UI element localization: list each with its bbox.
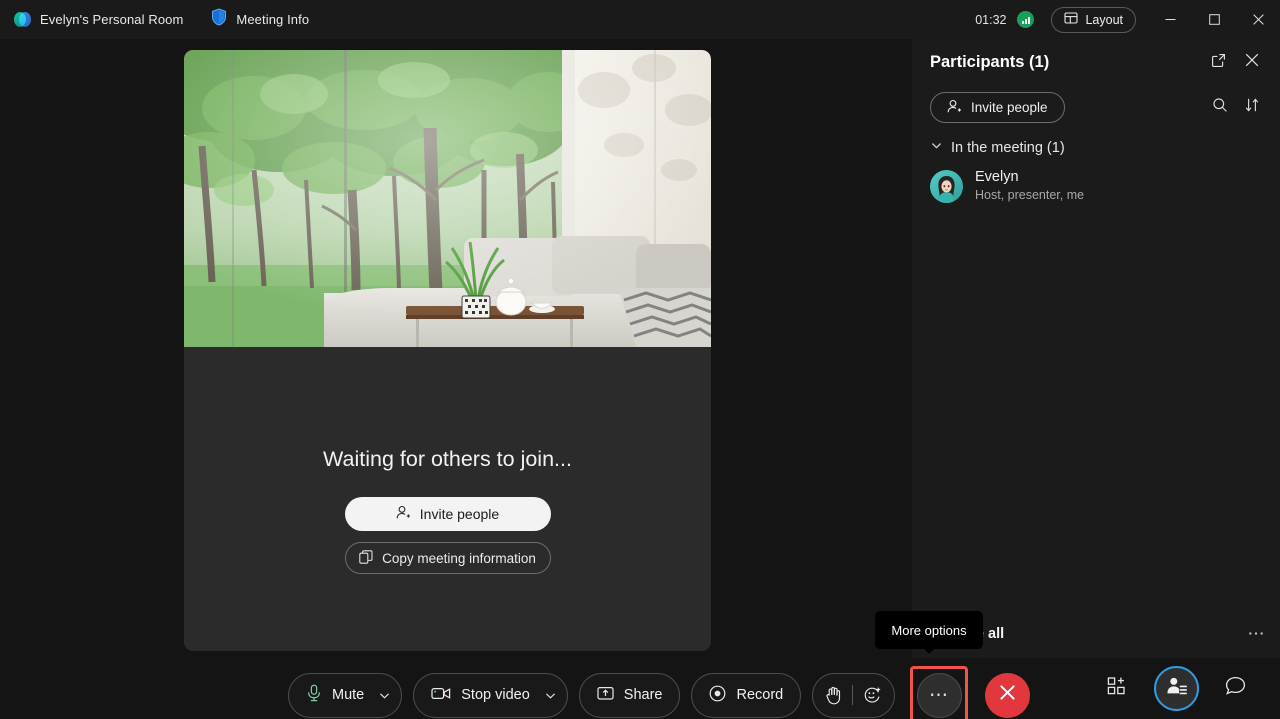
- tab-personal-room[interactable]: Evelyn's Personal Room: [0, 0, 197, 39]
- more-options-tooltip: More options: [875, 611, 983, 654]
- stop-video-button[interactable]: Stop video: [413, 672, 568, 718]
- copy-meeting-info-button[interactable]: Copy meeting information: [344, 542, 551, 574]
- participants-panel-title: Participants (1): [930, 53, 1050, 71]
- chevron-down-icon: [930, 139, 943, 157]
- network-quality-icon[interactable]: [1017, 11, 1035, 28]
- camera-icon: [431, 686, 451, 705]
- in-the-meeting-label: In the meeting (1): [951, 140, 1065, 156]
- add-person-icon: [396, 505, 411, 523]
- reactions-group: [812, 672, 896, 718]
- record-button[interactable]: Record: [691, 672, 802, 718]
- apps-button[interactable]: [1095, 666, 1140, 711]
- share-screen-icon: [597, 686, 614, 705]
- participants-toggle-button[interactable]: [1154, 666, 1199, 711]
- participants-icon: [1166, 676, 1188, 701]
- chat-icon: [1225, 676, 1246, 701]
- apps-grid-icon: [1107, 676, 1128, 701]
- pop-out-icon: [1211, 53, 1226, 73]
- participants-panel-tools: Invite people: [912, 86, 1280, 123]
- virtual-background-image: [184, 50, 711, 347]
- maximize-button[interactable]: [1192, 0, 1236, 39]
- sort-participants-button[interactable]: [1238, 94, 1266, 122]
- record-label: Record: [736, 687, 784, 703]
- pop-out-panel-button[interactable]: [1204, 49, 1232, 77]
- webex-logo-icon: [14, 12, 31, 27]
- leave-meeting-button[interactable]: [985, 672, 1031, 718]
- mute-button[interactable]: Mute: [288, 672, 403, 718]
- record-icon: [709, 685, 726, 706]
- panel-invite-people-label: Invite people: [971, 100, 1048, 115]
- microphone-icon: [306, 684, 322, 706]
- title-bar: Evelyn's Personal Room Meeting Info 01:3…: [0, 0, 1280, 39]
- share-button[interactable]: Share: [578, 672, 681, 718]
- more-options-highlight: ⋯: [910, 666, 969, 719]
- shield-icon: [211, 8, 227, 31]
- waiting-title: Waiting for others to join...: [323, 447, 572, 471]
- search-icon: [1212, 97, 1228, 118]
- meeting-info-label: Meeting Info: [236, 12, 310, 27]
- minimize-button[interactable]: [1148, 0, 1192, 39]
- share-label: Share: [623, 687, 663, 703]
- stop-video-label: Stop video: [461, 687, 530, 703]
- waiting-area: Waiting for others to join... Invite peo…: [184, 347, 711, 651]
- add-person-icon: [947, 99, 962, 117]
- video-options-caret[interactable]: [540, 689, 557, 702]
- reactions-divider: [852, 685, 854, 705]
- personal-room-label: Evelyn's Personal Room: [40, 12, 184, 27]
- sort-icon: [1244, 97, 1260, 118]
- participants-list: Evelyn Host, presenter, me: [912, 163, 1280, 209]
- meeting-stage: Waiting for others to join... Invite peo…: [184, 50, 711, 651]
- mute-options-caret[interactable]: [374, 689, 391, 702]
- close-window-button[interactable]: [1236, 0, 1280, 39]
- meeting-timer: 01:32: [975, 12, 1007, 27]
- copy-meeting-info-label: Copy meeting information: [382, 550, 536, 566]
- layout-label: Layout: [1085, 12, 1123, 27]
- tooltip-text: More options: [891, 622, 967, 638]
- layout-grid-icon: [1064, 11, 1079, 28]
- reactions-icon[interactable]: [863, 686, 882, 704]
- invite-people-button[interactable]: Invite people: [344, 497, 551, 531]
- close-icon: [1245, 53, 1259, 72]
- self-video-tile[interactable]: [184, 50, 711, 347]
- participant-name: Evelyn: [975, 169, 1019, 185]
- copy-icon: [359, 549, 373, 567]
- more-options-button[interactable]: ⋯: [916, 672, 962, 718]
- more-horizontal-icon[interactable]: ⋯: [1248, 624, 1267, 644]
- tab-meeting-info[interactable]: Meeting Info: [197, 0, 323, 39]
- in-the-meeting-section-header[interactable]: In the meeting (1): [912, 123, 1280, 163]
- close-panel-button[interactable]: [1238, 49, 1266, 77]
- layout-button[interactable]: Layout: [1051, 6, 1136, 33]
- mute-label: Mute: [332, 687, 365, 703]
- participant-role: Host, presenter, me: [975, 188, 1085, 202]
- panel-invite-people-button[interactable]: Invite people: [930, 92, 1065, 123]
- participant-row[interactable]: Evelyn Host, presenter, me: [926, 163, 1266, 209]
- search-participants-button[interactable]: [1206, 94, 1234, 122]
- invite-people-label: Invite people: [419, 506, 500, 522]
- participants-panel: Participants (1) Invite people In the me…: [912, 39, 1280, 658]
- avatar: [930, 169, 963, 203]
- chat-button[interactable]: [1213, 666, 1258, 711]
- leave-meeting-icon: [998, 683, 1017, 707]
- raise-hand-icon[interactable]: [825, 686, 842, 705]
- meeting-toolbar: Mute Stop video Share Record ⋯: [0, 658, 1280, 719]
- participants-panel-header: Participants (1): [912, 39, 1280, 86]
